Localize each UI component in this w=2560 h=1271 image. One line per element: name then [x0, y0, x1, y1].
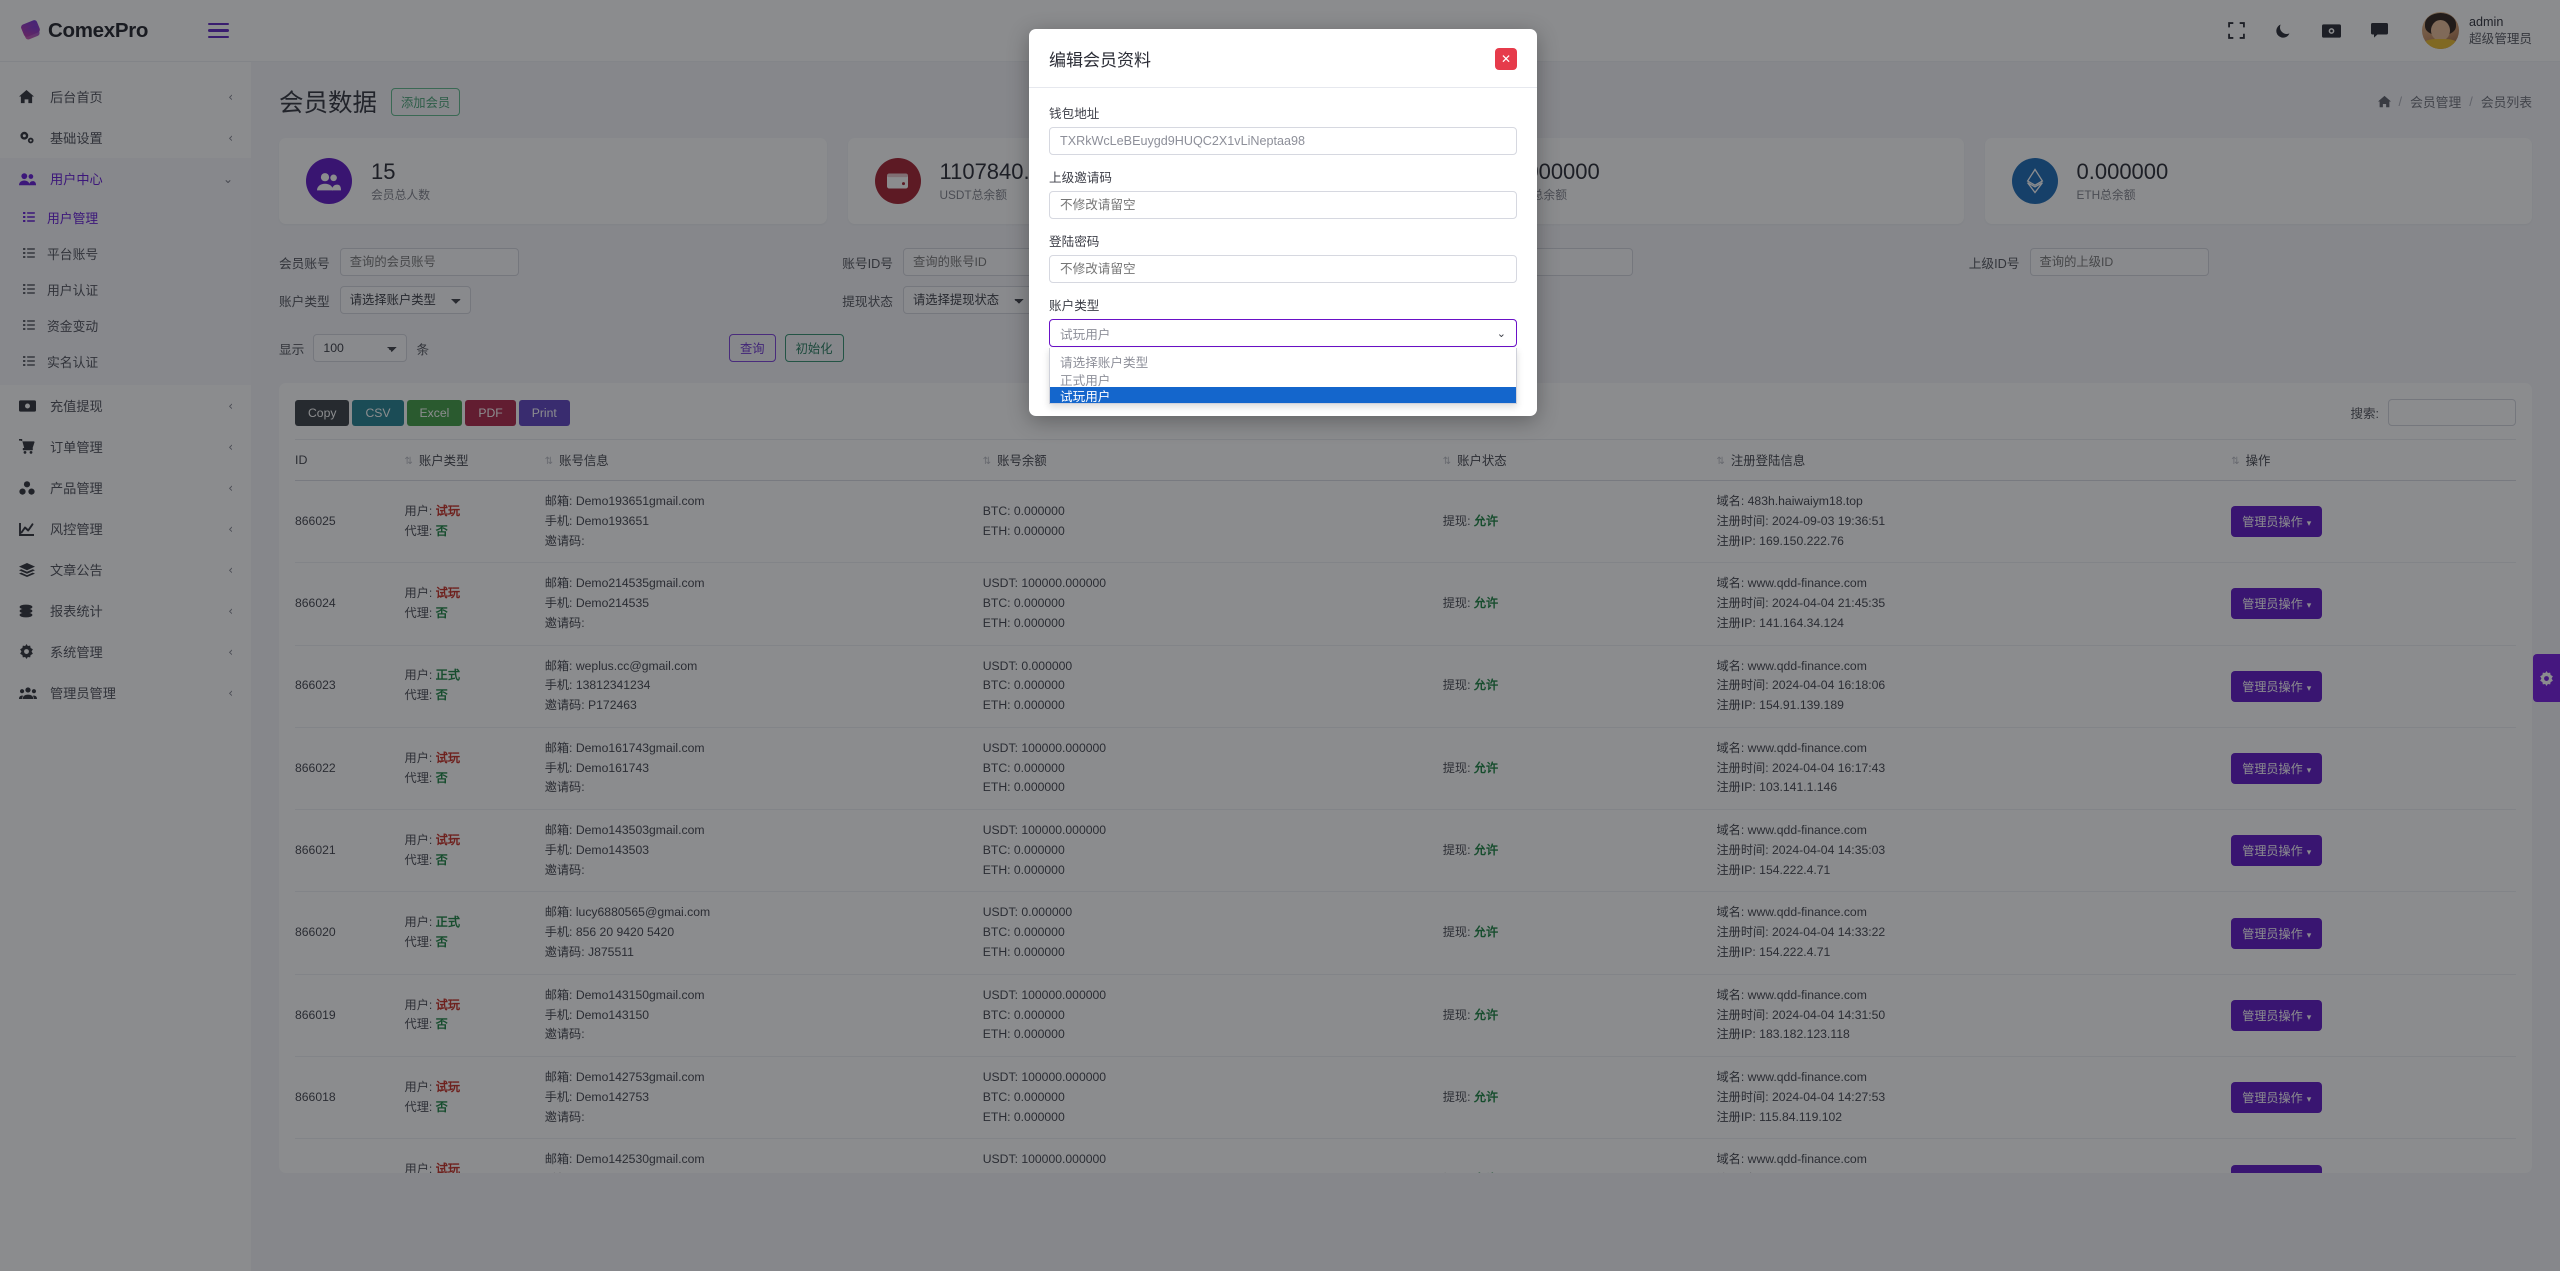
field-label: 登陆密码 — [1049, 235, 1100, 249]
login-password-input[interactable] — [1049, 255, 1517, 283]
option-trial-user[interactable]: 试玩用户 — [1050, 387, 1516, 404]
close-icon[interactable]: ✕ — [1495, 47, 1517, 70]
field-account-type: 账户类型 试玩用户 ⌄ 请选择账户类型 正式用户 试玩用户 — [1049, 295, 1517, 404]
option-placeholder[interactable]: 请选择账户类型 — [1050, 353, 1516, 370]
field-parent-invite-code: 上级邀请码 — [1049, 167, 1517, 219]
app-root: ComexPro 后台首页 ‹ 基础设置 ‹ — [0, 0, 2560, 1271]
field-label: 钱包地址 — [1049, 107, 1100, 121]
account-type-dropdown: 试玩用户 ⌄ 请选择账户类型 正式用户 试玩用户 — [1049, 319, 1517, 404]
modal-header: 编辑会员资料 ✕ — [1029, 29, 1537, 88]
edit-member-modal: 编辑会员资料 ✕ 钱包地址 上级邀请码 登陆密码 账户类型 试玩用户 — [1029, 29, 1537, 416]
field-label: 上级邀请码 — [1049, 171, 1112, 185]
field-login-password: 登陆密码 — [1049, 231, 1517, 283]
option-formal-user[interactable]: 正式用户 — [1050, 371, 1516, 388]
chevron-down-icon: ⌄ — [1496, 326, 1506, 340]
field-label: 账户类型 — [1049, 299, 1100, 313]
account-type-select-button[interactable]: 试玩用户 ⌄ — [1049, 319, 1517, 347]
modal-body: 钱包地址 上级邀请码 登陆密码 账户类型 试玩用户 ⌄ 请 — [1029, 88, 1537, 416]
parent-invite-code-input[interactable] — [1049, 191, 1517, 219]
wallet-address-input[interactable] — [1049, 127, 1517, 155]
modal-title: 编辑会员资料 — [1049, 51, 1151, 70]
account-type-options-menu: 请选择账户类型 正式用户 试玩用户 — [1049, 348, 1517, 404]
field-wallet-address: 钱包地址 — [1049, 103, 1517, 155]
selected-value: 试玩用户 — [1060, 327, 1111, 342]
